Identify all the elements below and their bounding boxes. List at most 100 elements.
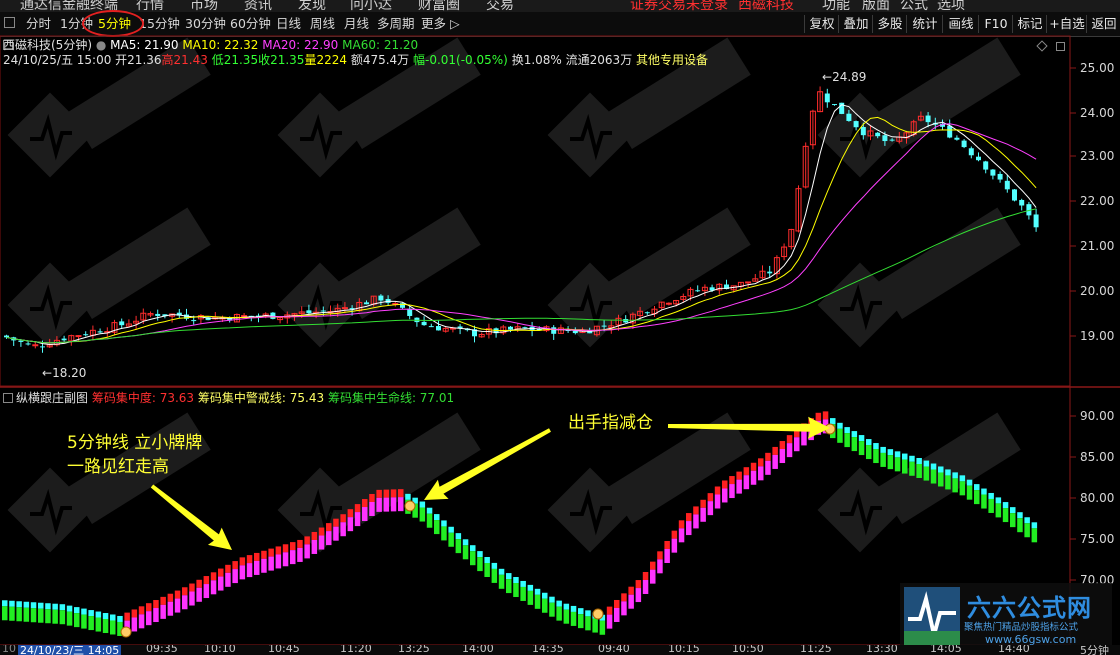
sub-bar-rising-bottom xyxy=(290,550,296,565)
sub-bar-falling-top xyxy=(102,613,109,620)
info-amount: 额475.4万 xyxy=(350,53,410,67)
candle-down xyxy=(853,121,859,128)
candle-down xyxy=(83,334,89,336)
sub-bar-rising-top xyxy=(246,555,253,564)
sub-bar-falling-bottom xyxy=(16,607,22,622)
sub-bar-falling-bottom xyxy=(470,551,476,566)
time-axis: 10 24/10/23/三 14:05 09:35 10:10 10:45 11… xyxy=(0,645,1120,655)
sub-bar-falling-top xyxy=(95,611,102,618)
sub-bar-falling-bottom xyxy=(23,607,30,622)
sub-bar-rising-top xyxy=(758,458,764,467)
sub-bar-rising-top xyxy=(167,593,174,602)
sub-bar-falling-top xyxy=(520,580,526,587)
watermark-tile xyxy=(817,207,1021,348)
sub-bar-falling-bottom xyxy=(981,494,987,509)
window-icon[interactable] xyxy=(1056,42,1065,51)
sub-bar-falling-top xyxy=(1024,517,1030,524)
candle-up xyxy=(241,315,248,318)
sub-bar-falling-bottom xyxy=(887,455,894,470)
sub-bar-rising-bottom xyxy=(642,579,649,594)
sub-bar-rising-top xyxy=(261,550,267,559)
sub-bar-rising-top xyxy=(282,544,289,553)
sub-bar-rising-bottom xyxy=(729,484,735,499)
sub-bar-falling-top xyxy=(30,602,37,609)
sub-bar-rising-top xyxy=(822,411,829,420)
sub-bar-falling-top xyxy=(462,539,469,546)
sub-bar-falling-bottom xyxy=(534,594,541,609)
sub-bar-rising-bottom xyxy=(657,559,663,574)
sub-bar-rising-top xyxy=(369,493,375,502)
sub-bar-falling-bottom xyxy=(2,606,8,621)
candle-up xyxy=(745,281,752,284)
sub-chart-name[interactable]: 纵横跟庄副图 xyxy=(16,391,88,405)
sub-bar-falling-top xyxy=(23,601,30,608)
sub-bar-falling-bottom xyxy=(880,452,886,467)
candle-down xyxy=(119,321,125,326)
sub-bar-falling-top xyxy=(1031,522,1038,529)
sub-bar-rising-top xyxy=(671,530,678,539)
sub-bar-falling-bottom xyxy=(542,598,548,613)
sub-bar-rising-bottom xyxy=(218,576,224,591)
sub-chart-toggle-icon[interactable] xyxy=(3,393,13,403)
sub-bar-rising-top xyxy=(686,513,692,522)
chart-canvas[interactable] xyxy=(0,0,1120,655)
candle-down xyxy=(436,326,441,331)
candle-down xyxy=(824,93,830,103)
sub-bar-rising-bottom xyxy=(650,569,656,584)
sub-bar-falling-bottom xyxy=(837,428,843,443)
sub-bar-falling-bottom xyxy=(448,532,454,547)
candle-down xyxy=(191,320,197,322)
candle-down xyxy=(155,313,161,316)
candle-down xyxy=(846,113,852,121)
sub-bar-rising-top xyxy=(196,579,202,588)
time-label: 14:35 xyxy=(532,645,564,655)
sub-bar-falling-bottom xyxy=(959,481,966,496)
sub-bar-rising-top xyxy=(635,580,642,589)
sub-bar-falling-bottom xyxy=(1010,513,1016,528)
sub-bar-rising-top xyxy=(254,552,260,561)
sub-bar-falling-top xyxy=(59,604,66,611)
sub-bar-falling-bottom xyxy=(894,457,901,472)
sub-bar-falling-top xyxy=(880,446,886,453)
sub-bar-falling-bottom xyxy=(59,610,66,625)
sub-bar-falling-bottom xyxy=(462,545,469,560)
y-tick: 19.00 xyxy=(1080,329,1115,343)
sub-bar-falling-top xyxy=(851,431,858,438)
sub-bar-rising-bottom xyxy=(743,475,750,490)
sub-bar-rising-bottom xyxy=(318,535,325,550)
time-label: 13:30 xyxy=(866,645,898,655)
sub-bar-rising-bottom xyxy=(160,604,166,619)
sub-bar-falling-top xyxy=(434,514,440,521)
sub-bar-rising-bottom xyxy=(131,617,138,632)
watermark-slogan: 聚焦热门精品炒股指标公式 xyxy=(964,622,1079,633)
sub-bar-rising-bottom xyxy=(282,552,289,567)
sub-bar-falling-bottom xyxy=(966,485,973,500)
sub-bar-rising-top xyxy=(347,509,354,518)
watermark-tile-band xyxy=(608,207,751,319)
info-sector[interactable]: 其他专用设备 xyxy=(636,53,708,67)
sub-bar-falling-top xyxy=(1017,512,1023,519)
sub-bar-rising-bottom xyxy=(189,591,195,606)
sub-bar-falling-top xyxy=(563,603,570,610)
sub-bar-falling-bottom xyxy=(30,608,37,623)
sub-bar-falling-bottom xyxy=(52,609,58,624)
sub-bar-rising-bottom xyxy=(326,531,332,546)
time-label: 09:40 xyxy=(598,645,630,655)
sub-bar-falling-top xyxy=(441,520,447,527)
candle-down xyxy=(961,140,967,148)
sub-bar-falling-top xyxy=(498,568,505,575)
sub-bar-rising-top xyxy=(383,489,390,498)
y-tick: 21.00 xyxy=(1080,239,1115,253)
candle-down xyxy=(378,295,384,301)
sub-bar-falling-bottom xyxy=(527,590,534,605)
info-open: 开21.36 xyxy=(115,53,162,67)
sub-bar-rising-top xyxy=(290,542,296,551)
sub-bar-falling-bottom xyxy=(599,620,606,635)
candle-down xyxy=(306,310,312,314)
sub-bar-falling-top xyxy=(448,526,454,533)
sub-bar-rising-bottom xyxy=(362,507,368,522)
sub-bar-rising-top xyxy=(225,564,231,573)
candle-down xyxy=(983,161,989,170)
sub-bar-falling-bottom xyxy=(902,459,908,474)
time-label: 10:50 xyxy=(732,645,764,655)
